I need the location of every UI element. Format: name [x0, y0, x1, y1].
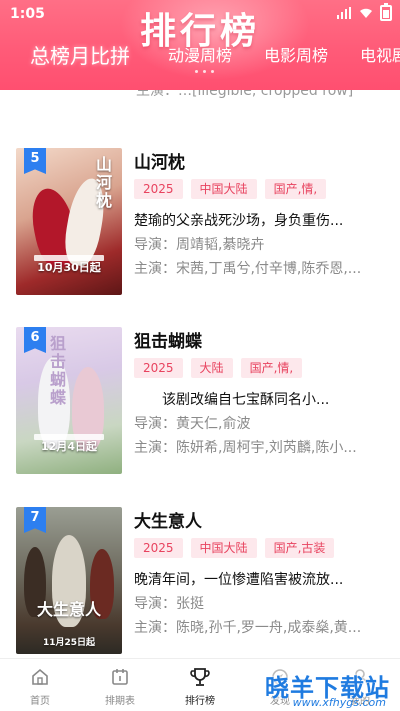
ranking-tabs: 总榜月比拼 动漫周榜 电影周榜 电视剧 — [0, 42, 400, 68]
item-cast: 主演：陈晓,孙千,罗一舟,成泰燊,黄... — [134, 620, 362, 636]
item-cast: 主演：陈妍希,周柯宇,刘芮麟,陈小... — [134, 440, 357, 456]
tab-movie[interactable]: 电影周榜 — [264, 42, 328, 66]
nav-home-label: 首页 — [30, 696, 50, 707]
tag-region: 中国大陆 — [190, 538, 257, 558]
tab-tv[interactable]: 电视剧 — [360, 42, 400, 66]
tag-genre: 国产,情, — [264, 179, 327, 199]
tag-list: 2025 大陆 国产,情, — [134, 358, 303, 378]
tab-anime[interactable]: 动漫周榜 — [168, 42, 232, 66]
rank-badge: 5 — [24, 148, 46, 174]
item-description: 该剧改编自七宝酥同名小... — [134, 392, 330, 408]
watermark-url: www.xfhygs.com — [292, 696, 386, 709]
tag-region: 大陆 — [190, 358, 233, 378]
poster-title: 大生意人 — [36, 600, 101, 619]
item-title[interactable]: 山河枕 — [134, 148, 185, 173]
item-cast: 主演：宋茜,丁禹兮,付辛博,陈乔恩,... — [134, 261, 362, 277]
tag-list: 2025 中国大陆 国产,古装 — [134, 538, 335, 558]
tag-year: 2025 — [134, 179, 183, 199]
item-title[interactable]: 大生意人 — [134, 507, 202, 532]
ranking-list[interactable]: 主演：…[illegible, cropped row] 山河枕 10月30日起… — [0, 90, 400, 658]
poster-date: 10月30日起 — [37, 261, 101, 274]
nav-schedule-label: 排期表 — [105, 696, 135, 707]
poster-image[interactable]: 狙击蝴蝶 12月4日起 6 — [16, 327, 122, 474]
poster-title: 狙击蝴蝶 — [47, 335, 66, 407]
calendar-icon — [80, 665, 160, 689]
poster-image[interactable]: 山河枕 10月30日起 5 — [16, 148, 122, 295]
item-description: 晚清年间，一位惨遭陷害被流放... — [134, 572, 344, 588]
cutoff-row-text: 主演：…[illegible, cropped row] — [136, 90, 354, 99]
home-icon — [0, 665, 80, 689]
poster-date: 12月4日起 — [41, 440, 97, 453]
tag-genre: 国产,古装 — [264, 538, 335, 558]
nav-ranking[interactable]: 排行榜 — [160, 665, 240, 707]
header-banner: 1:05 排行榜 总榜月比拼 动漫周榜 电影周榜 电视剧 — [0, 0, 400, 90]
poster-title: 山河枕 — [93, 156, 112, 210]
rank-badge: 6 — [24, 327, 46, 353]
nav-schedule[interactable]: 排期表 — [80, 665, 160, 707]
list-item[interactable]: 大生意人 11月25日起 7 大生意人 2025 中国大陆 国产,古装 晚清年间… — [0, 507, 400, 657]
nav-ranking-label: 排行榜 — [185, 696, 215, 707]
tab-overall[interactable]: 总榜月比拼 — [30, 40, 130, 69]
rank-badge: 7 — [24, 507, 46, 533]
nav-home[interactable]: 首页 — [0, 665, 80, 707]
page-dots — [195, 70, 214, 73]
tag-region: 中国大陆 — [190, 179, 257, 199]
tag-genre: 国产,情, — [240, 358, 303, 378]
item-director: 导演：周靖韬,綦晓卉 — [134, 237, 265, 253]
tag-list: 2025 中国大陆 国产,情, — [134, 179, 327, 199]
item-director: 导演：张挺 — [134, 596, 204, 612]
list-item[interactable]: 山河枕 10月30日起 5 山河枕 2025 中国大陆 国产,情, 楚瑜的父亲战… — [0, 148, 400, 298]
item-description: 楚瑜的父亲战死沙场，身负重伤... — [134, 213, 344, 229]
item-title[interactable]: 狙击蝴蝶 — [134, 327, 202, 352]
poster-date: 11月25日起 — [42, 638, 96, 648]
tag-year: 2025 — [134, 538, 183, 558]
list-item[interactable]: 狙击蝴蝶 12月4日起 6 狙击蝴蝶 2025 大陆 国产,情, 该剧改编自七宝… — [0, 327, 400, 477]
trophy-icon — [160, 665, 240, 689]
poster-image[interactable]: 大生意人 11月25日起 7 — [16, 507, 122, 654]
item-director: 导演：黄天仁,俞波 — [134, 416, 251, 432]
tag-year: 2025 — [134, 358, 183, 378]
